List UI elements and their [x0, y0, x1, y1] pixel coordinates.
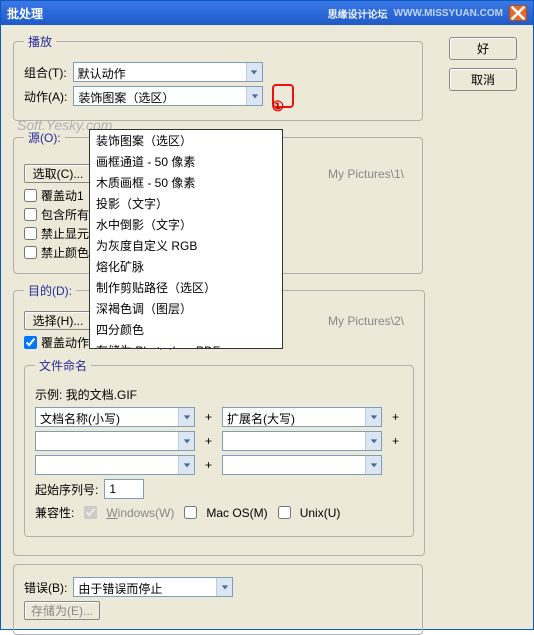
- set-select[interactable]: 默认动作: [73, 62, 263, 82]
- window-title: 批处理: [7, 5, 43, 22]
- dropdown-item[interactable]: 画框通道 - 50 像素: [90, 151, 282, 172]
- chevron-down-icon[interactable]: [178, 432, 194, 450]
- cb-override-saveas[interactable]: [24, 336, 37, 349]
- play-group: 播放 组合(T): 默认动作 动作(A): 装饰图案（选区）: [13, 33, 423, 121]
- dest-legend: 目的(D):: [24, 282, 76, 299]
- choose-dest-button[interactable]: 选择(H)...: [24, 311, 92, 330]
- dropdown-item[interactable]: 装饰图案（选区）: [90, 130, 282, 151]
- close-button[interactable]: [509, 5, 527, 21]
- callout-1: ①: [271, 98, 284, 115]
- titlebar: 批处理 思缘设计论坛 WWW.MISSYUAN.COM: [1, 1, 533, 25]
- action-value: 装饰图案（选区）: [74, 87, 246, 105]
- naming-legend: 文件命名: [35, 357, 91, 374]
- naming-select-3[interactable]: [35, 431, 195, 451]
- naming-select-6[interactable]: [222, 455, 382, 475]
- cb-compat-unix[interactable]: [278, 506, 291, 519]
- cb-include-all[interactable]: [24, 208, 37, 221]
- chevron-down-icon[interactable]: [178, 456, 194, 474]
- dropdown-item[interactable]: 四分颜色: [90, 319, 282, 340]
- chevron-down-icon[interactable]: [365, 456, 381, 474]
- forum-watermark: 思缘设计论坛: [328, 6, 388, 21]
- example-label: 示例: 我的文档.GIF: [35, 386, 137, 403]
- error-label: 错误(B):: [24, 579, 67, 596]
- naming-select-2[interactable]: 扩展名(大写): [222, 407, 382, 427]
- error-select[interactable]: 由于错误而停止: [73, 577, 233, 597]
- chevron-down-icon[interactable]: [365, 408, 381, 426]
- dropdown-item[interactable]: 熔化矿脉: [90, 256, 282, 277]
- startnum-label: 起始序列号:: [35, 481, 98, 498]
- cb-compat-mac[interactable]: [184, 506, 197, 519]
- cancel-button[interactable]: 取消: [449, 68, 517, 91]
- naming-select-1[interactable]: 文档名称(小写): [35, 407, 195, 427]
- plus-icon: +: [205, 434, 212, 448]
- naming-select-4[interactable]: [222, 431, 382, 451]
- play-legend: 播放: [24, 33, 56, 50]
- action-label: 动作(A):: [24, 88, 67, 105]
- plus-icon: +: [205, 458, 212, 472]
- dropdown-item[interactable]: 存储为 Photoshop PDF: [90, 340, 282, 349]
- set-label: 组合(T):: [24, 64, 67, 81]
- set-value: 默认动作: [74, 63, 246, 81]
- error-group: 错误(B): 由于错误而停止 存储为(E)...: [13, 564, 423, 635]
- chevron-down-icon[interactable]: [178, 408, 194, 426]
- cb-override-action[interactable]: [24, 189, 37, 202]
- compat-win-label: Windows(W): [106, 506, 174, 520]
- action-select[interactable]: 装饰图案（选区）: [73, 86, 263, 106]
- source-path: My Pictures\1\: [328, 167, 404, 181]
- plus-icon: +: [392, 434, 399, 448]
- naming-select-5[interactable]: [35, 455, 195, 475]
- cb-suppress-display[interactable]: [24, 227, 37, 240]
- close-icon: [510, 5, 526, 21]
- save-errors-button: 存储为(E)...: [24, 601, 100, 620]
- dropdown-item[interactable]: 深褐色调（图层）: [90, 298, 282, 319]
- dropdown-item[interactable]: 制作剪贴路径（选区）: [90, 277, 282, 298]
- forum-url: WWW.MISSYUAN.COM: [394, 8, 503, 19]
- cb-suppress-color[interactable]: [24, 246, 37, 259]
- source-legend: 源(O):: [24, 129, 65, 146]
- cb-compat-windows: [84, 506, 97, 519]
- dropdown-item[interactable]: 木质画框 - 50 像素: [90, 172, 282, 193]
- plus-icon: +: [205, 410, 212, 424]
- compat-unix-label: Unix(U): [300, 506, 341, 520]
- action-dropdown[interactable]: 装饰图案（选区）画框通道 - 50 像素木质画框 - 50 像素投影（文字）水中…: [89, 129, 283, 349]
- naming-group: 文件命名 示例: 我的文档.GIF 文档名称(小写) + 扩展名(大写) +: [24, 357, 414, 537]
- dropdown-item[interactable]: 为灰度自定义 RGB: [90, 235, 282, 256]
- choose-source-button[interactable]: 选取(C)...: [24, 164, 92, 183]
- chevron-down-icon[interactable]: [246, 87, 262, 105]
- compat-label: 兼容性:: [35, 504, 74, 521]
- ok-button[interactable]: 好: [449, 37, 517, 60]
- chevron-down-icon[interactable]: [216, 578, 232, 596]
- plus-icon: +: [392, 410, 399, 424]
- startnum-input[interactable]: [104, 479, 144, 499]
- compat-mac-label: Mac OS(M): [206, 506, 267, 520]
- chevron-down-icon[interactable]: [246, 63, 262, 81]
- dest-path: My Pictures\2\: [328, 314, 404, 328]
- dropdown-item[interactable]: 投影（文字）: [90, 193, 282, 214]
- dropdown-item[interactable]: 水中倒影（文字）: [90, 214, 282, 235]
- chevron-down-icon[interactable]: [365, 432, 381, 450]
